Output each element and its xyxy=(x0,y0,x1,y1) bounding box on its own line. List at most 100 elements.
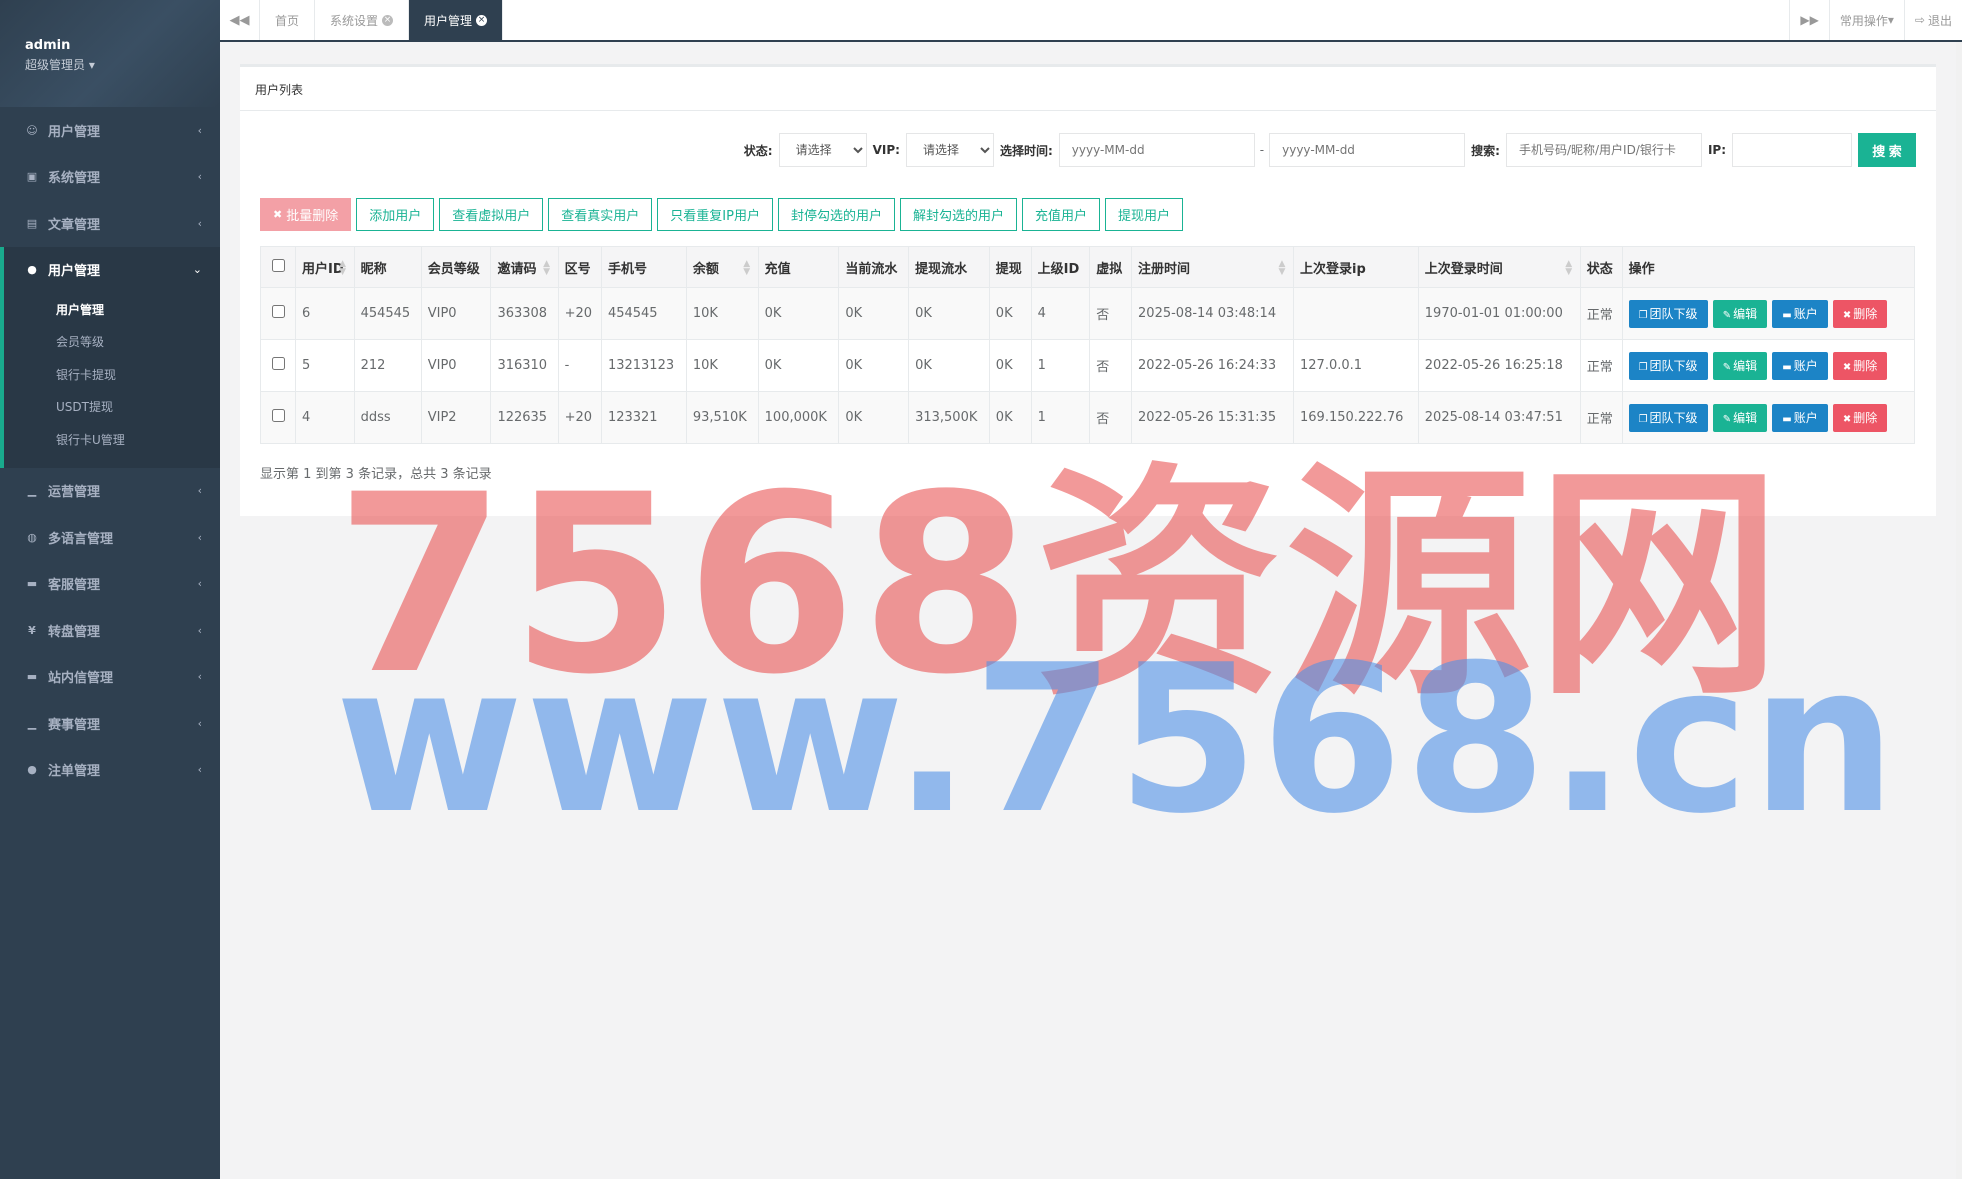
trash-icon: ✖ xyxy=(1842,413,1852,425)
row-checkbox[interactable] xyxy=(271,357,285,370)
start-date-input[interactable] xyxy=(1058,133,1255,167)
edit-button[interactable]: ✎ 编辑 xyxy=(1712,299,1768,328)
column-header: 提现流水 xyxy=(908,246,990,288)
sidebar-item-user-management-active[interactable]: ● 用户管理 ⌄ xyxy=(4,247,220,294)
date-separator: - xyxy=(1259,143,1265,157)
chevron-left-icon: ‹ xyxy=(197,530,202,544)
user-list-panel: 用户列表 状态: 请选择 VIP: 请选择 选择时间: - 搜索: IP: 搜 … xyxy=(240,64,1936,516)
team-subordinates-button[interactable]: ❐ 团队下级 xyxy=(1628,351,1708,380)
sidebar-item-bottom-0[interactable]: ▁ 运营管理 ‹ xyxy=(0,468,220,515)
select-all-cell xyxy=(260,246,296,288)
sidebar-item-top-1[interactable]: ▣ 系统管理 ‹ xyxy=(0,154,220,201)
sidebar-subitem-0[interactable]: 用户管理 xyxy=(4,293,220,326)
sidebar-item-bottom-5[interactable]: ▁ 赛事管理 ‹ xyxy=(0,700,220,747)
search-button[interactable]: 搜 索 xyxy=(1858,133,1916,167)
column-header[interactable]: 余额 ▲▼ xyxy=(685,246,759,288)
sidebar-item-label: 赛事管理 xyxy=(48,717,101,733)
add-user-button[interactable]: 添加用户 xyxy=(356,198,435,231)
sidebar-item-bottom-6[interactable]: ● 注单管理 ‹ xyxy=(0,747,220,794)
sidebar-subitem-2[interactable]: 银行卡提现 xyxy=(4,358,220,391)
sidebar-item-bottom-3[interactable]: ¥ 转盘管理 ‹ xyxy=(0,607,220,654)
end-date-input[interactable] xyxy=(1269,133,1466,167)
sidebar-item-bottom-4[interactable]: ▬ 站内信管理 ‹ xyxy=(0,654,220,701)
team-subordinates-button[interactable]: ❐ 团队下级 xyxy=(1628,403,1708,432)
unban-selected-button[interactable]: 解封勾选的用户 xyxy=(899,198,1017,231)
select-all-checkbox[interactable] xyxy=(271,258,285,272)
ban-selected-button[interactable]: 封停勾选的用户 xyxy=(777,198,895,231)
tab-scroll-right-button[interactable]: ▶▶ xyxy=(1789,0,1828,40)
common-ops-dropdown[interactable]: 常用操作 ▾ xyxy=(1828,0,1904,40)
sidebar-item-bottom-1[interactable]: ◍ 多语言管理 ‹ xyxy=(0,514,220,561)
close-icon[interactable]: × xyxy=(382,14,394,26)
column-header-label: 当前流水 xyxy=(845,261,898,277)
column-header-label: 操作 xyxy=(1628,261,1655,277)
sort-icon: ▲▼ xyxy=(541,259,552,275)
column-header[interactable]: 用户ID ▲▼ xyxy=(295,246,355,288)
duplicate-ip-users-button[interactable]: 只看重复IP用户 xyxy=(657,198,773,231)
close-icon[interactable]: × xyxy=(476,14,488,26)
bar-chart-icon: ▁ xyxy=(27,716,37,730)
column-header: 会员等级 xyxy=(420,246,492,288)
account-button[interactable]: ▬ 账户 xyxy=(1772,403,1828,432)
column-header-label: 虚拟 xyxy=(1096,261,1123,277)
scrollbar[interactable] xyxy=(1956,42,1962,1179)
column-header-label: 提现流水 xyxy=(915,261,968,277)
sidebar-item-bottom-2[interactable]: ▬ 客服管理 ‹ xyxy=(0,561,220,608)
chevron-left-icon: ‹ xyxy=(197,484,202,498)
table-cell: 123321 xyxy=(600,391,687,444)
sidebar-item-top-0[interactable]: ☺ 用户管理 ‹ xyxy=(0,107,220,154)
view-virtual-users-button[interactable]: 查看虚拟用户 xyxy=(439,198,544,231)
table-row: 4 ddss VIP2 122635 +20 123321 93,510K 100,000K 0… xyxy=(260,391,1916,444)
row-ops-cell: ❐ 团队下级 ✎ 编辑 ▬ 账户 ✖ 删除 xyxy=(1621,287,1916,340)
profile: admin 超级管理员 ▾ xyxy=(0,0,220,107)
sidebar-subitem-1[interactable]: 会员等级 xyxy=(4,326,220,359)
tab-label: 首页 xyxy=(275,13,300,28)
table-cell: 2025-08-14 03:48:14 xyxy=(1131,287,1294,340)
team-subordinates-button[interactable]: ❐ 团队下级 xyxy=(1628,299,1708,328)
vip-select[interactable]: 请选择 xyxy=(905,133,994,167)
table-cell: VIP0 xyxy=(420,287,492,340)
op-label: 账户 xyxy=(1793,410,1818,425)
action-label: 查看真实用户 xyxy=(561,209,640,224)
edit-button[interactable]: ✎ 编辑 xyxy=(1712,351,1768,380)
account-button[interactable]: ▬ 账户 xyxy=(1772,299,1828,328)
table-cell: 454545 xyxy=(600,287,687,340)
action-label: 封停勾选的用户 xyxy=(790,209,882,224)
op-label: 编辑 xyxy=(1733,410,1758,425)
edit-button[interactable]: ✎ 编辑 xyxy=(1712,403,1768,432)
delete-button[interactable]: ✖ 删除 xyxy=(1832,299,1888,328)
withdraw-users-button[interactable]: 提现用户 xyxy=(1105,198,1184,231)
table-cell: 100,000K xyxy=(757,391,840,444)
column-header: 区号 xyxy=(557,246,602,288)
recharge-users-button[interactable]: 充值用户 xyxy=(1022,198,1101,231)
bar-chart-icon: ▁ xyxy=(27,484,37,498)
column-header[interactable]: 邀请码 ▲▼ xyxy=(490,246,559,288)
column-header[interactable]: 上次登录时间 ▲▼ xyxy=(1417,246,1581,288)
column-header[interactable]: 注册时间 ▲▼ xyxy=(1131,246,1294,288)
tab-user-management[interactable]: 用户管理 × xyxy=(409,0,504,40)
table-cell: 313,500K xyxy=(908,391,990,444)
status-select[interactable]: 请选择 xyxy=(778,133,867,167)
chevron-left-icon: ‹ xyxy=(197,216,202,230)
sidebar-subitem-4[interactable]: 银行卡U管理 xyxy=(4,423,220,456)
ip-input[interactable] xyxy=(1732,133,1852,167)
delete-button[interactable]: ✖ 删除 xyxy=(1832,403,1888,432)
account-button[interactable]: ▬ 账户 xyxy=(1772,351,1828,380)
row-checkbox[interactable] xyxy=(271,305,285,318)
search-input[interactable] xyxy=(1505,133,1702,167)
tab-home[interactable]: 首页 xyxy=(260,0,316,40)
tab-scroll-left-button[interactable]: ◀◀ xyxy=(220,0,260,40)
sidebar-item-label: 站内信管理 xyxy=(48,671,114,687)
sidebar-item-top-2[interactable]: ▤ 文章管理 ‹ xyxy=(0,200,220,247)
delete-button[interactable]: ✖ 删除 xyxy=(1832,351,1888,380)
table-cell: 169.150.222.76 xyxy=(1293,391,1419,444)
row-checkbox[interactable] xyxy=(271,409,285,422)
logout-button[interactable]: ⇨ 退出 xyxy=(1903,0,1962,40)
copy-icon: ❐ xyxy=(1638,309,1648,321)
tab-system-settings[interactable]: 系统设置 × xyxy=(315,0,410,40)
profile-role-dropdown[interactable]: 超级管理员 ▾ xyxy=(25,56,220,73)
view-real-users-button[interactable]: 查看真实用户 xyxy=(548,198,653,231)
sidebar-subitem-3[interactable]: USDT提现 xyxy=(4,391,220,424)
sidebar-item-label: 运营管理 xyxy=(48,485,101,501)
batch-delete-button[interactable]: ✖ 批量删除 xyxy=(260,198,352,231)
